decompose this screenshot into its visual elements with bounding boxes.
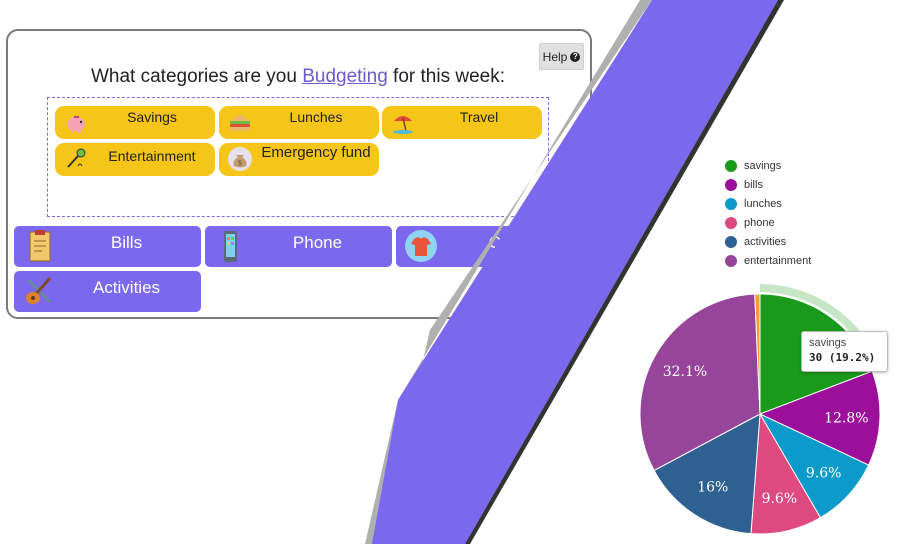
pie-slice-label: 9.6% [762, 491, 798, 507]
pie-slice-label: 16% [697, 479, 728, 495]
pie-slice-label: 9.6% [806, 465, 842, 481]
tooltip-value: 30 (19.2%) [809, 351, 876, 364]
pie-slice-label: 32.1% [663, 364, 707, 380]
chart-tooltip: savings 30 (19.2%) [801, 331, 888, 372]
pie-chart: 112.8%9.6%9.6%16%32.1% [639, 284, 882, 535]
tooltip-series: savings [809, 337, 847, 349]
pie-slice-label: 12.8% [824, 410, 868, 426]
